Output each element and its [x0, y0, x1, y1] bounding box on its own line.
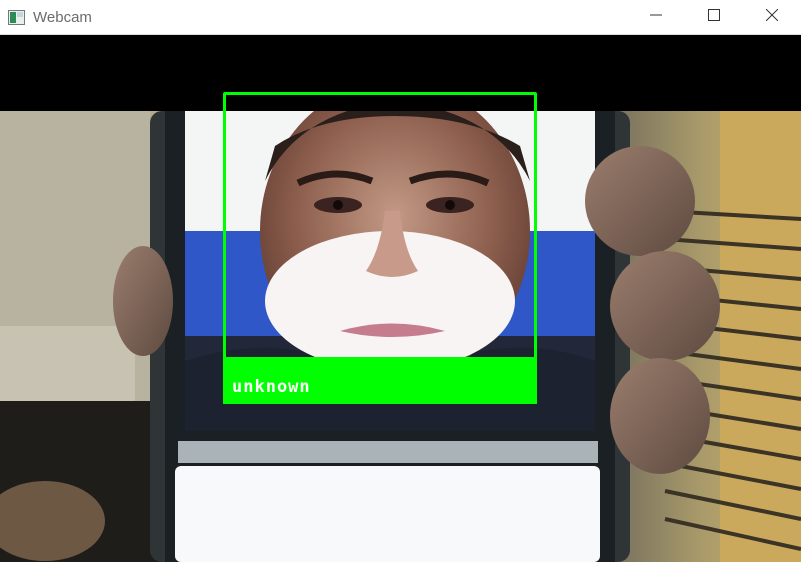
- face-label: unknown: [232, 377, 311, 397]
- minimize-button[interactable]: [627, 0, 685, 34]
- title-bar[interactable]: Webcam: [0, 0, 801, 35]
- webcam-app-icon: [8, 9, 25, 25]
- webcam-window: Webcam unknown: [0, 0, 801, 566]
- maximize-button[interactable]: [685, 0, 743, 34]
- close-button[interactable]: [743, 0, 801, 34]
- window-title: Webcam: [33, 8, 92, 26]
- window-bottom-edge: [0, 562, 801, 566]
- maximize-icon: [708, 8, 720, 26]
- minimize-icon: [650, 8, 662, 26]
- window-controls: [627, 0, 801, 34]
- close-icon: [765, 8, 779, 26]
